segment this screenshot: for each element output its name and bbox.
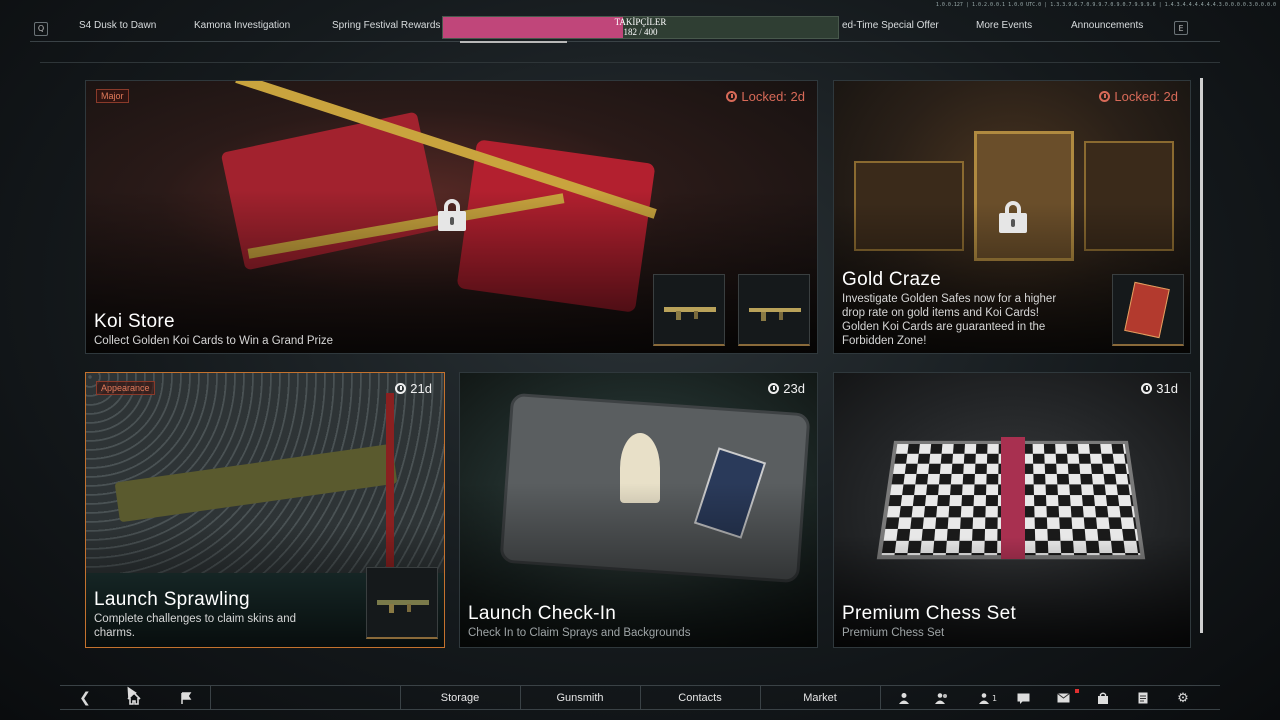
lock-icon bbox=[999, 201, 1027, 233]
reward-thumb-gold-rifle-2[interactable] bbox=[738, 274, 810, 346]
event-card-gold-craze[interactable]: Locked: 2d Gold Craze Investigate Golden… bbox=[833, 80, 1191, 354]
gold-craze-timer: Locked: 2d bbox=[1099, 89, 1178, 104]
clock-icon bbox=[726, 91, 738, 102]
divider bbox=[40, 62, 1220, 63]
prev-tab-key[interactable]: Q bbox=[34, 21, 48, 36]
document-icon[interactable] bbox=[1135, 690, 1151, 706]
launch-check-in-title: Launch Check-In bbox=[468, 603, 617, 624]
premium-chess-timer: 31d bbox=[1141, 381, 1178, 396]
launch-sprawling-desc-line: charms. bbox=[94, 627, 135, 639]
gold-craze-timer-text: Locked: 2d bbox=[1114, 89, 1178, 104]
build-info-text: 1.0.0.127 | 1.0.2.0.0.1 1.0.0 UTC.0 | 1.… bbox=[935, 2, 1276, 8]
flag-icon[interactable] bbox=[178, 690, 194, 706]
profile-icon[interactable] bbox=[896, 690, 912, 706]
event-card-premium-chess-set[interactable]: 31d Premium Chess Set Premium Chess Set bbox=[833, 372, 1191, 648]
mail-notification-dot bbox=[1075, 689, 1079, 693]
follower-goal-count: 182 / 400 bbox=[623, 27, 658, 37]
shop-bag-icon[interactable] bbox=[1095, 690, 1111, 706]
party-count: 1 bbox=[991, 693, 998, 703]
koi-store-timer-text: Locked: 2d bbox=[741, 89, 805, 104]
gold-craze-desc-line: drop rate on gold items and Koi Cards! bbox=[842, 307, 1039, 319]
launch-sprawling-desc: Complete challenges to claim skins and c… bbox=[94, 612, 296, 640]
tab-kamona-investigation[interactable]: Kamona Investigation bbox=[194, 20, 290, 31]
chat-icon[interactable] bbox=[1015, 690, 1031, 706]
next-tab-key[interactable]: E bbox=[1174, 21, 1188, 35]
launch-check-in-timer-text: 23d bbox=[783, 381, 805, 396]
reward-thumb-gold-rifle-1[interactable] bbox=[653, 274, 725, 346]
scrollbar[interactable] bbox=[1200, 78, 1203, 633]
gold-craze-desc-line: Forbidden Zone! bbox=[842, 335, 927, 347]
gold-craze-title: Gold Craze bbox=[842, 269, 942, 290]
premium-chess-desc: Premium Chess Set bbox=[842, 627, 945, 639]
settings-gear-icon[interactable]: ⚙ bbox=[1175, 690, 1191, 706]
clock-icon bbox=[1099, 91, 1111, 102]
follower-goal-title: TAKİPÇİLER bbox=[614, 17, 667, 27]
major-tag: Major bbox=[96, 89, 129, 103]
clock-icon bbox=[1141, 383, 1153, 394]
premium-chess-title: Premium Chess Set bbox=[842, 603, 1017, 624]
launch-check-in-desc: Check In to Claim Sprays and Backgrounds bbox=[468, 627, 691, 639]
follower-goal-bar: TAKİPÇİLER 182 / 400 bbox=[442, 16, 839, 39]
tab-spring-festival-rewards[interactable]: Spring Festival Rewards bbox=[332, 20, 440, 31]
premium-chess-timer-text: 31d bbox=[1156, 381, 1178, 396]
gunsmith-button[interactable]: Gunsmith bbox=[520, 686, 640, 710]
launch-check-in-timer: 23d bbox=[768, 381, 805, 396]
launch-sprawling-title: Launch Sprawling bbox=[94, 589, 250, 610]
active-tab-indicator bbox=[460, 41, 567, 43]
party-icon[interactable]: 1 bbox=[976, 690, 1000, 706]
koi-store-timer: Locked: 2d bbox=[726, 89, 805, 104]
tab-announcements[interactable]: Announcements bbox=[1071, 20, 1143, 31]
gold-craze-desc-line: Investigate Golden Safes now for a highe… bbox=[842, 293, 1057, 305]
launch-sprawling-timer-text: 21d bbox=[410, 381, 432, 396]
reward-thumb-camo-rifle[interactable] bbox=[366, 567, 438, 639]
koi-store-desc: Collect Golden Koi Cards to Win a Grand … bbox=[94, 335, 334, 347]
clock-icon bbox=[768, 383, 780, 394]
event-card-launch-sprawling[interactable]: Appearance 21d Launch Sprawling Complete… bbox=[85, 372, 445, 648]
mail-icon[interactable] bbox=[1055, 690, 1071, 706]
lock-icon bbox=[438, 199, 466, 231]
tab-limited-time-offer[interactable]: ed-Time Special Offer bbox=[842, 20, 939, 31]
appearance-tag: Appearance bbox=[96, 381, 155, 395]
event-card-koi-store[interactable]: Major Locked: 2d Koi Store Collect Golde… bbox=[85, 80, 818, 354]
clock-icon bbox=[395, 383, 407, 394]
launch-sprawling-desc-line: Complete challenges to claim skins and bbox=[94, 613, 296, 625]
bottom-nav-bar: ❮ Storage Gunsmith Contacts Market 1 ⚙ bbox=[60, 685, 1220, 710]
gold-craze-desc: Investigate Golden Safes now for a highe… bbox=[842, 292, 1056, 348]
reward-thumb-koi-card[interactable] bbox=[1112, 274, 1184, 346]
storage-button[interactable]: Storage bbox=[400, 686, 520, 710]
contacts-button[interactable]: Contacts bbox=[640, 686, 760, 710]
launch-sprawling-timer: 21d bbox=[395, 381, 432, 396]
tab-s4-dusk-to-dawn[interactable]: S4 Dusk to Dawn bbox=[79, 20, 156, 31]
back-icon[interactable]: ❮ bbox=[77, 690, 93, 706]
friends-icon[interactable] bbox=[934, 690, 950, 706]
market-button[interactable]: Market bbox=[760, 686, 880, 710]
tab-more-events[interactable]: More Events bbox=[976, 20, 1032, 31]
koi-store-title: Koi Store bbox=[94, 311, 175, 332]
gold-craze-desc-line: Golden Koi Cards are guaranteed in the bbox=[842, 321, 1046, 333]
camo-rifle bbox=[114, 443, 398, 523]
event-card-launch-check-in[interactable]: 23d Launch Check-In Check In to Claim Sp… bbox=[459, 372, 818, 648]
